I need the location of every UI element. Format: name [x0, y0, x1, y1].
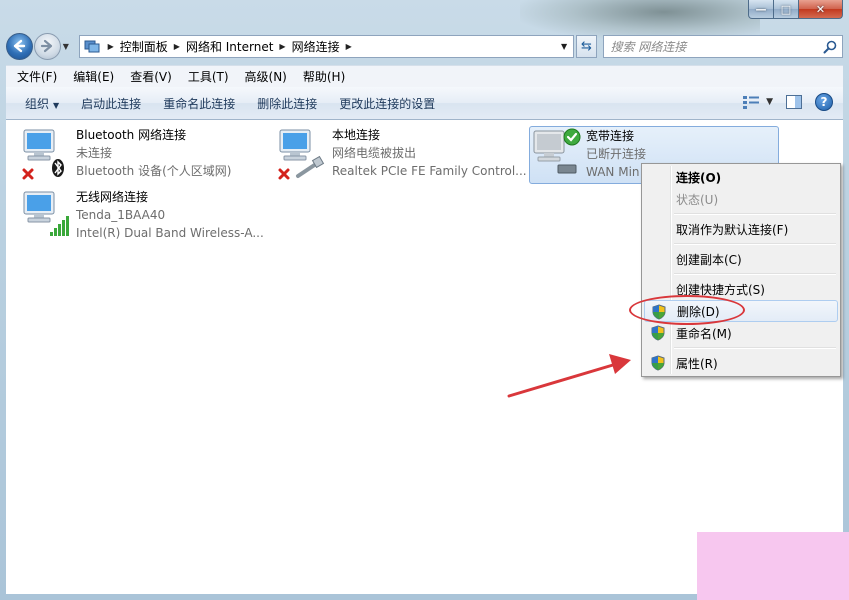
connection-name: 无线网络连接: [76, 190, 149, 204]
menu-properties[interactable]: 属性(R): [644, 352, 838, 374]
chevron-down-icon: ▼: [53, 100, 60, 110]
address-history-dropdown[interactable]: ▼: [554, 35, 573, 57]
menu-tools[interactable]: 工具(T): [180, 68, 237, 85]
connection-status: Tenda_1BAA40: [76, 208, 166, 222]
menu-separator: [644, 344, 838, 352]
menu-create-copy[interactable]: 创建副本(C): [644, 248, 838, 270]
menu-bar: 文件(F) 编辑(E) 查看(V) 工具(T) 高级(N) 帮助(H): [6, 65, 843, 87]
uac-shield-icon: [651, 325, 665, 341]
connection-device: Intel(R) Dual Band Wireless-A...: [76, 226, 264, 240]
close-icon: ✕: [815, 2, 826, 16]
recent-pages-dropdown[interactable]: ▼: [63, 42, 75, 51]
connection-device: Realtek PCIe FE Family Control...: [332, 164, 527, 178]
connection-name: 本地连接: [332, 128, 381, 142]
preview-pane-button[interactable]: [785, 93, 803, 111]
menu-view[interactable]: 查看(V): [122, 68, 180, 85]
connection-status: 未连接: [76, 146, 113, 160]
search-icon[interactable]: [823, 40, 837, 54]
maximize-icon: □: [780, 2, 792, 16]
menu-properties-label: 属性(R): [676, 356, 718, 371]
forward-button[interactable]: [33, 32, 61, 60]
change-settings-button[interactable]: 更改此连接的设置: [328, 95, 446, 112]
menu-rename[interactable]: 重命名(M): [644, 322, 838, 344]
connection-name: 宽带连接: [586, 129, 635, 143]
refresh-button[interactable]: ⇆: [575, 34, 598, 58]
breadcrumb-separator-icon[interactable]: ▶: [174, 42, 180, 51]
connection-local[interactable]: 本地连接 网络电缆被拔出 Realtek PCIe FE Family Cont…: [276, 126, 527, 182]
connection-status: 网络电缆被拔出: [332, 146, 417, 160]
forward-arrow-icon: [41, 39, 53, 53]
organize-button[interactable]: 组织 ▼: [14, 95, 70, 112]
connection-device: Bluetooth 设备(个人区域网): [76, 164, 232, 178]
connection-device: WAN Min: [586, 165, 640, 179]
breadcrumb: ▶ 控制面板 ▶ 网络和 Internet ▶ 网络连接 ▶: [102, 38, 358, 55]
command-bar: 组织 ▼ 启动此连接 重命名此连接 删除此连接 更改此连接的设置 ▼ ?: [6, 87, 843, 120]
close-button[interactable]: ✕: [799, 0, 843, 19]
view-controls: ▼ ?: [730, 93, 833, 111]
network-computer-icon: [530, 127, 582, 183]
annotation-ellipse: [629, 295, 745, 325]
uac-shield-icon: [651, 355, 665, 371]
menu-separator: [644, 210, 838, 218]
menu-status: 状态(U): [676, 192, 719, 207]
network-folder-icon: [84, 40, 100, 53]
menu-advanced[interactable]: 高级(N): [237, 68, 295, 85]
delete-connection-button[interactable]: 删除此连接: [246, 95, 328, 112]
menu-rename-label: 重命名(M): [676, 326, 732, 341]
menu-connect[interactable]: 连接(O): [644, 166, 838, 188]
view-options-icon: [743, 96, 760, 109]
connection-wireless[interactable]: 无线网络连接 Tenda_1BAA40 Intel(R) Dual Band W…: [20, 188, 264, 244]
context-menu: 连接(O) 状态(U) 取消作为默认连接(F) 创建副本(C) 创建快捷方式(S…: [641, 163, 841, 377]
breadcrumb-separator-icon[interactable]: ▶: [346, 42, 352, 51]
help-button[interactable]: ?: [815, 93, 833, 111]
organize-label: 组织: [25, 96, 50, 111]
rename-connection-button[interactable]: 重命名此连接: [152, 95, 246, 112]
breadcrumb-control-panel[interactable]: 控制面板: [120, 38, 168, 55]
connection-status: 已断开连接: [586, 147, 647, 161]
menu-cancel-default[interactable]: 取消作为默认连接(F): [644, 218, 838, 240]
breadcrumb-separator-icon[interactable]: ▶: [279, 42, 285, 51]
refresh-icon: ⇆: [581, 38, 592, 54]
view-dropdown-icon[interactable]: ▼: [766, 97, 773, 107]
help-icon: ?: [815, 93, 833, 111]
menu-separator: [644, 270, 838, 278]
address-bar[interactable]: ▶ 控制面板 ▶ 网络和 Internet ▶ 网络连接 ▶ ▼: [78, 34, 574, 58]
network-computer-icon: [20, 126, 72, 182]
breadcrumb-network-connections[interactable]: 网络连接: [292, 38, 340, 55]
search-input[interactable]: 搜索 网络连接: [603, 34, 843, 58]
minimize-icon: —: [755, 2, 767, 16]
menu-help[interactable]: 帮助(H): [295, 68, 353, 85]
start-connection-button[interactable]: 启动此连接: [70, 95, 152, 112]
back-arrow-icon: [14, 39, 26, 53]
watermark-patch: [697, 532, 849, 600]
menu-edit[interactable]: 编辑(E): [65, 68, 122, 85]
connection-bluetooth[interactable]: Bluetooth 网络连接 未连接 Bluetooth 设备(个人区域网): [20, 126, 231, 182]
search-placeholder: 搜索 网络连接: [610, 39, 687, 54]
window-frame: — □ ✕ ▼ ▶ 控制面板 ▶ 网络和 Internet ▶ 网络连接 ▶ ▼…: [0, 0, 849, 600]
menu-file[interactable]: 文件(F): [9, 68, 65, 85]
minimize-button[interactable]: —: [748, 0, 774, 19]
menu-separator: [644, 240, 838, 248]
preview-pane-icon: [786, 95, 802, 109]
navigation-bar: ▼ ▶ 控制面板 ▶ 网络和 Internet ▶ 网络连接 ▶ ▼ ⇆ 搜索 …: [6, 30, 843, 62]
breadcrumb-network-internet[interactable]: 网络和 Internet: [186, 38, 273, 55]
network-computer-icon: [276, 126, 328, 182]
network-computer-icon: [20, 188, 72, 244]
change-view-button[interactable]: [742, 93, 760, 111]
back-button[interactable]: [6, 32, 33, 60]
maximize-button[interactable]: □: [774, 0, 799, 19]
annotation-arrow-icon: [507, 354, 631, 398]
breadcrumb-separator-icon[interactable]: ▶: [108, 42, 114, 51]
caption-buttons: — □ ✕: [748, 0, 843, 19]
connection-name: Bluetooth 网络连接: [76, 128, 187, 142]
